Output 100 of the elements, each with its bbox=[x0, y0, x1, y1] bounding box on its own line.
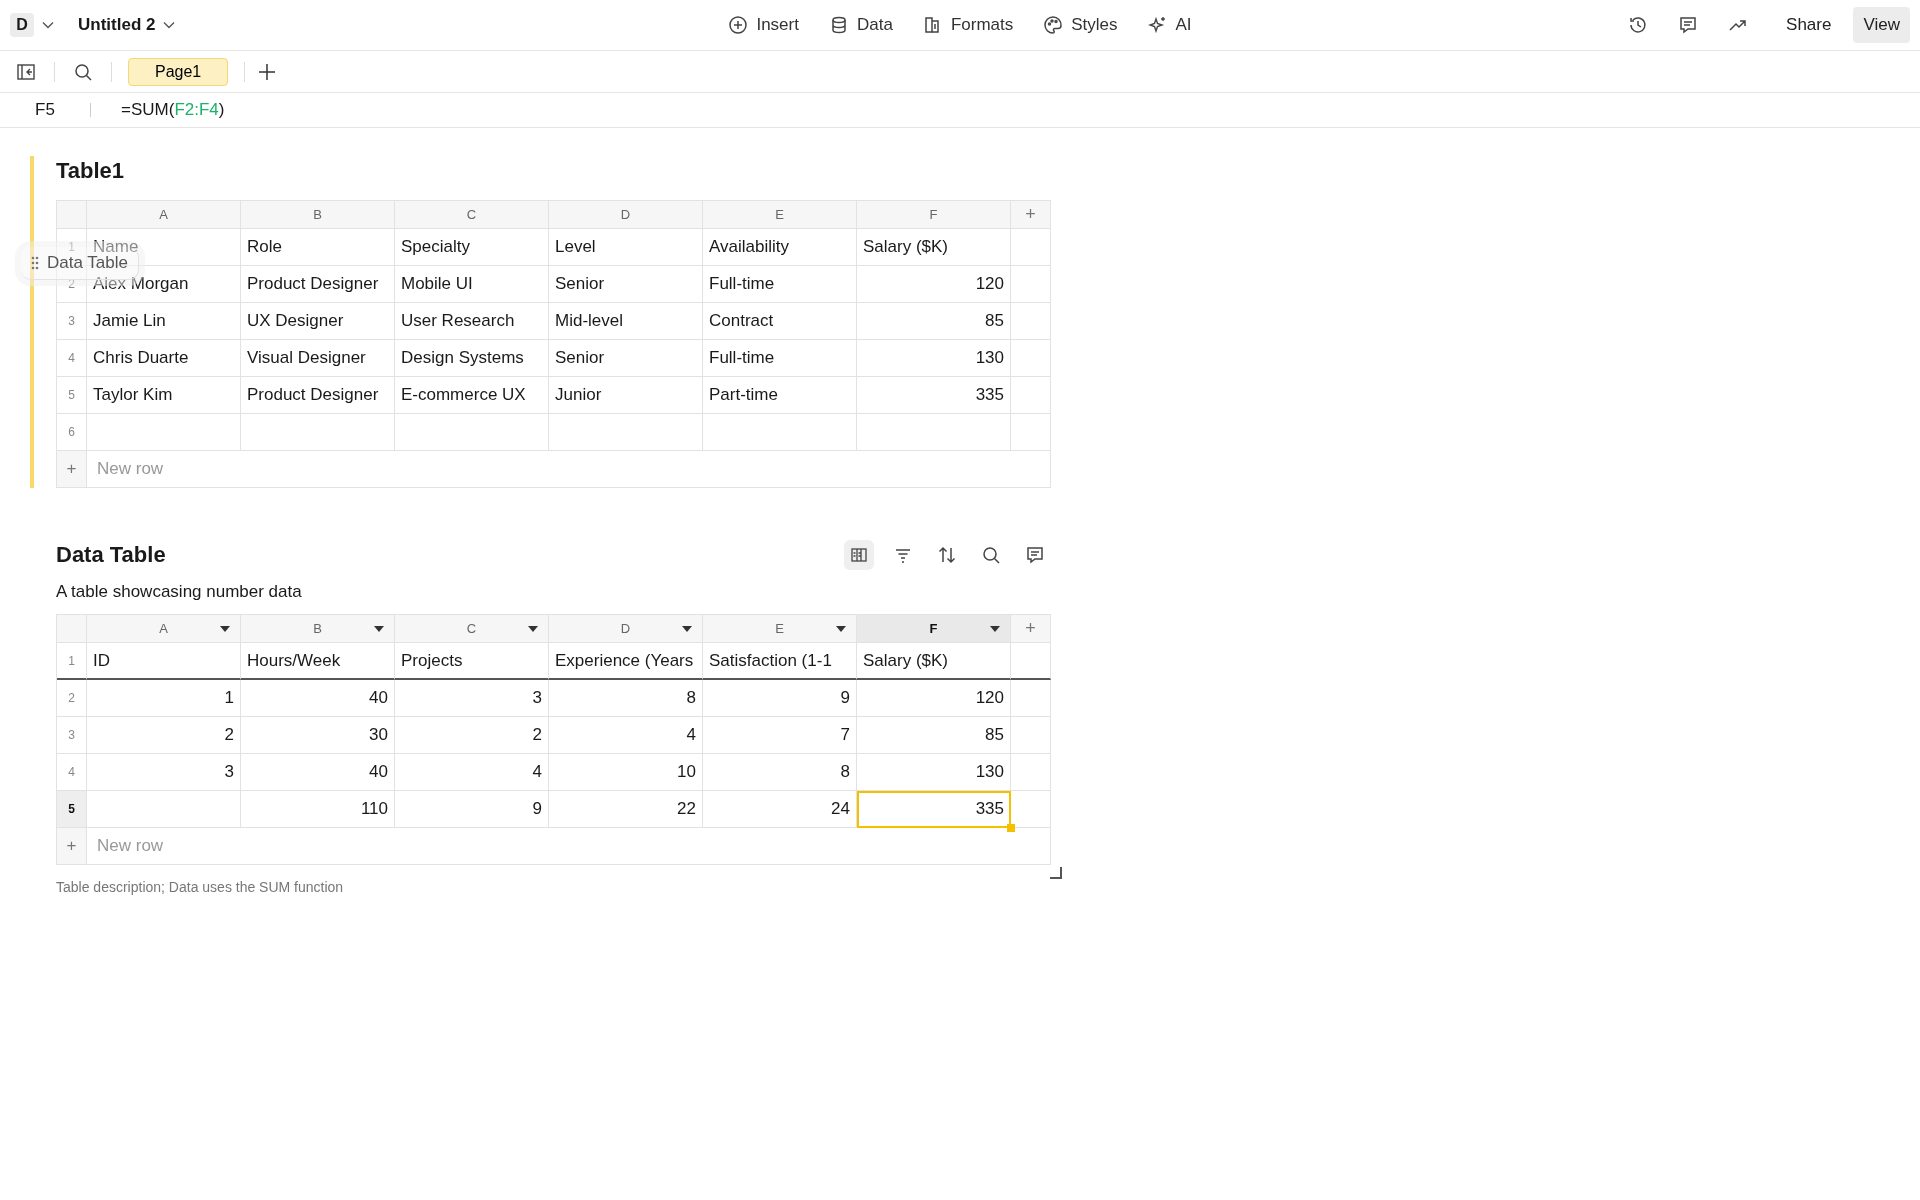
column-header[interactable]: E bbox=[703, 615, 857, 643]
table-cell: 130 bbox=[857, 754, 1011, 791]
column-header[interactable]: A bbox=[87, 201, 241, 229]
table-cell: 4 bbox=[395, 754, 549, 791]
table-cell: Availability bbox=[703, 229, 857, 266]
table-cell: Role bbox=[241, 229, 395, 266]
table-cell: 8 bbox=[703, 754, 857, 791]
table-cell: Product Designer bbox=[241, 377, 395, 414]
table-cell: 335 bbox=[857, 791, 1011, 828]
table-cell: Level bbox=[549, 229, 703, 266]
table-cell: 7 bbox=[703, 717, 857, 754]
column-header[interactable]: B bbox=[241, 201, 395, 229]
table-cell bbox=[1011, 229, 1051, 266]
table-cell: Hours/Week bbox=[241, 643, 395, 680]
resize-handle-icon[interactable] bbox=[1050, 867, 1062, 879]
table-cell bbox=[1011, 754, 1051, 791]
page-tab[interactable]: Page1 bbox=[128, 57, 229, 86]
chevron-down-icon[interactable] bbox=[42, 21, 54, 29]
caret-icon[interactable] bbox=[682, 626, 692, 632]
table-cell: ID bbox=[87, 643, 241, 680]
add-page-icon[interactable] bbox=[257, 61, 278, 82]
row-number: 3 bbox=[57, 303, 87, 340]
table-cell bbox=[1011, 643, 1051, 680]
table-cell: Contract bbox=[703, 303, 857, 340]
column-header[interactable]: C bbox=[395, 201, 549, 229]
table-cell: Experience (Years bbox=[549, 643, 703, 680]
new-row-button[interactable]: New row bbox=[87, 451, 1051, 488]
table-cell: Salary ($K) bbox=[857, 643, 1011, 680]
table-cell: 9 bbox=[703, 680, 857, 717]
table-cell: Taylor Kim bbox=[87, 377, 241, 414]
table-cell: Senior bbox=[549, 340, 703, 377]
caret-icon[interactable] bbox=[220, 626, 230, 632]
table-cell: UX Designer bbox=[241, 303, 395, 340]
column-header[interactable]: C bbox=[395, 615, 549, 643]
sparkle-icon bbox=[1147, 15, 1168, 35]
toolbar-button[interactable]: View bbox=[1853, 7, 1910, 43]
column-header[interactable]: D bbox=[549, 615, 703, 643]
table-cell: 85 bbox=[857, 303, 1011, 340]
add-row-icon[interactable]: + bbox=[57, 828, 87, 865]
row-number: 5 bbox=[57, 377, 87, 414]
table-cell: 2 bbox=[87, 717, 241, 754]
table-cell: Mobile UI bbox=[395, 266, 549, 303]
table-cell: 3 bbox=[87, 754, 241, 791]
new-row-button[interactable]: New row bbox=[87, 828, 1051, 865]
table-cell: 40 bbox=[241, 680, 395, 717]
table-cell: Salary ($K) bbox=[857, 229, 1011, 266]
formula-text[interactable]: =SUM(F2:F4) bbox=[121, 100, 225, 120]
document-title[interactable]: Untitled 2 bbox=[78, 15, 156, 35]
caret-icon[interactable] bbox=[374, 626, 384, 632]
table-cell: 3 bbox=[395, 680, 549, 717]
table-cell: Senior bbox=[549, 266, 703, 303]
comment-icon bbox=[1025, 545, 1045, 565]
column-header[interactable]: F bbox=[857, 615, 1011, 643]
table-cell: 85 bbox=[857, 717, 1011, 754]
add-row-icon[interactable]: + bbox=[57, 451, 87, 488]
menu-button[interactable]: Formats bbox=[920, 11, 1016, 39]
table-cell: Chris Duarte bbox=[87, 340, 241, 377]
table-cell: 40 bbox=[241, 754, 395, 791]
cell-reference: F5 bbox=[34, 100, 56, 120]
menu-button[interactable]: Styles bbox=[1041, 11, 1120, 39]
row-number: 4 bbox=[57, 754, 87, 791]
row-number: 2 bbox=[57, 680, 87, 717]
caret-icon[interactable] bbox=[990, 626, 1000, 632]
table-cell: Full-time bbox=[703, 266, 857, 303]
table-cell: Part-time bbox=[703, 377, 857, 414]
menu-button[interactable]: Insert bbox=[726, 11, 801, 39]
row-number: 4 bbox=[57, 340, 87, 377]
clock-icon bbox=[1628, 15, 1649, 35]
menu-button[interactable]: AI bbox=[1145, 11, 1194, 39]
menu-button[interactable]: Data bbox=[826, 11, 895, 39]
palette-icon bbox=[1043, 15, 1064, 35]
add-column-button[interactable]: + bbox=[1011, 615, 1051, 643]
column-header[interactable]: D bbox=[549, 201, 703, 229]
add-column-button[interactable]: + bbox=[1011, 201, 1051, 229]
column-header[interactable]: A bbox=[87, 615, 241, 643]
table-cell: Junior bbox=[549, 377, 703, 414]
caret-icon[interactable] bbox=[528, 626, 538, 632]
table-cell: 4 bbox=[549, 717, 703, 754]
search-icon bbox=[73, 61, 93, 82]
column-settings-button[interactable] bbox=[844, 540, 874, 570]
column-settings-icon bbox=[849, 545, 869, 565]
table-cell: Full-time bbox=[703, 340, 857, 377]
table-cell: Product Designer bbox=[241, 266, 395, 303]
sidebar-icon bbox=[16, 61, 36, 82]
table-cell: 120 bbox=[857, 680, 1011, 717]
column-header[interactable]: E bbox=[703, 201, 857, 229]
table-cell: 335 bbox=[857, 377, 1011, 414]
search-icon bbox=[981, 545, 1001, 565]
row-number: 6 bbox=[57, 414, 87, 451]
drag-dots-icon[interactable] bbox=[31, 256, 39, 270]
chevron-down-icon[interactable] bbox=[163, 21, 176, 29]
column-header[interactable]: F bbox=[857, 201, 1011, 229]
sort-icon bbox=[937, 545, 957, 565]
caret-icon[interactable] bbox=[836, 626, 846, 632]
table-cell bbox=[1011, 340, 1051, 377]
table-cell: Visual Designer bbox=[241, 340, 395, 377]
fill-handle[interactable] bbox=[1007, 824, 1015, 832]
workspace-avatar[interactable]: D bbox=[10, 13, 34, 37]
toolbar-button[interactable]: Share bbox=[1776, 7, 1842, 43]
column-header[interactable]: B bbox=[241, 615, 395, 643]
